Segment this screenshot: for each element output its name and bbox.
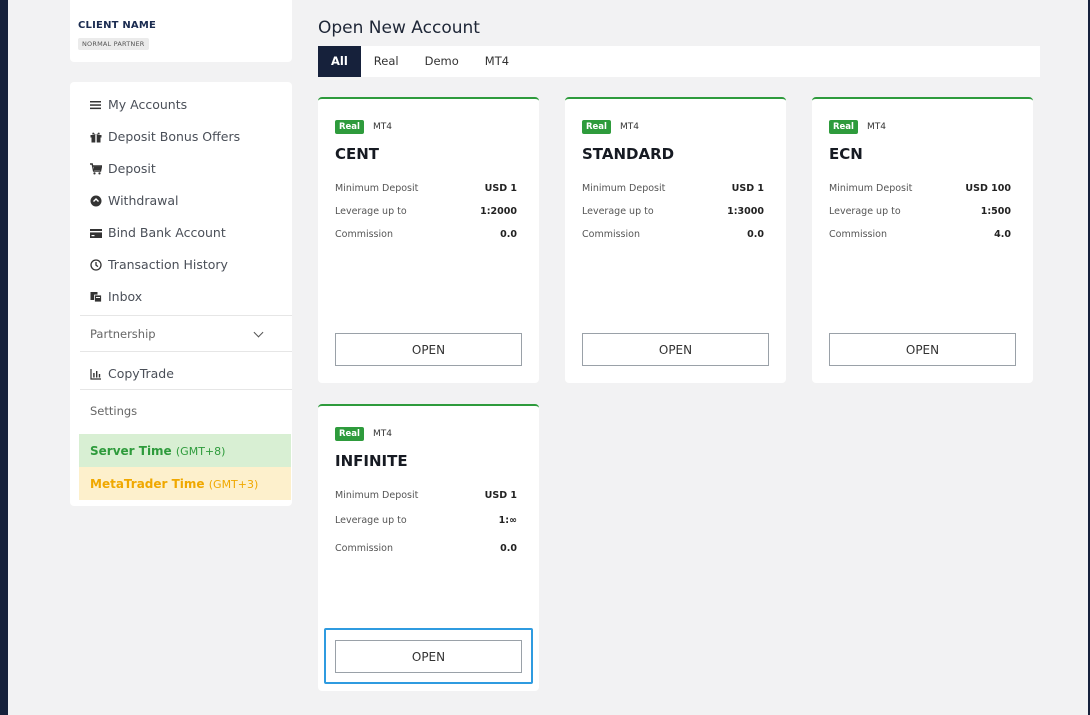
server-time-label: Server Time xyxy=(90,444,172,458)
sidebar-item-label: Partnership xyxy=(90,327,156,341)
open-infinite-button[interactable]: OPEN xyxy=(335,640,522,673)
open-cent-button[interactable]: OPEN xyxy=(335,333,522,366)
account-card-ecn: Real MT4 ECN Minimum Deposit USD 100 Leve… xyxy=(812,97,1033,383)
platform-label: MT4 xyxy=(619,122,639,132)
sidebar-item-label: Bind Bank Account xyxy=(108,225,226,240)
sidebar-item-settings[interactable]: Settings xyxy=(90,404,137,418)
min-deposit-row: Minimum Deposit USD 1 xyxy=(582,183,764,194)
tab-all[interactable]: All xyxy=(318,46,361,77)
sidebar-item-label: Withdrawal xyxy=(108,193,179,208)
account-type-name: CENT xyxy=(335,145,380,163)
real-badge: Real xyxy=(829,120,858,134)
withdrawal-icon xyxy=(90,195,102,207)
sidebar-item-label: Deposit Bonus Offers xyxy=(108,129,241,144)
commission-row: Commission 0.0 xyxy=(335,229,517,240)
open-standard-button[interactable]: OPEN xyxy=(582,333,769,366)
chevron-down-icon xyxy=(253,327,264,338)
card-icon xyxy=(90,227,102,239)
sidebar-item-label: Transaction History xyxy=(108,257,228,272)
tab-real[interactable]: Real xyxy=(361,46,412,77)
commission-row: Commission 0.0 xyxy=(582,229,764,240)
open-ecn-button[interactable]: OPEN xyxy=(829,333,1016,366)
platform-label: MT4 xyxy=(372,429,392,439)
metatrader-time-row: MetaTrader Time (GMT+3) xyxy=(79,467,291,500)
tab-demo[interactable]: Demo xyxy=(412,46,472,77)
sidebar-item-my-accounts[interactable]: My Accounts xyxy=(90,97,187,112)
client-card: CLIENT NAME NORMAL PARTNER xyxy=(70,0,292,62)
inbox-icon xyxy=(90,291,102,303)
sidebar-item-deposit[interactable]: Deposit xyxy=(90,161,156,176)
commission-row: Commission 4.0 xyxy=(829,229,1011,240)
client-name: CLIENT NAME xyxy=(78,20,157,31)
commission-row: Commission 0.0 xyxy=(335,543,517,554)
real-badge: Real xyxy=(335,120,364,134)
account-card-cent: Real MT4 CENT Minimum Deposit USD 1 Lever… xyxy=(318,97,539,383)
account-type-name: ECN xyxy=(829,145,863,163)
real-badge: Real xyxy=(582,120,611,134)
platform-label: MT4 xyxy=(866,122,886,132)
cart-icon xyxy=(90,162,103,175)
leverage-row: Leverage up to 1:∞ xyxy=(335,515,517,526)
account-type-name: INFINITE xyxy=(335,452,408,470)
min-deposit-row: Minimum Deposit USD 1 xyxy=(335,490,517,501)
account-card-standard: Real MT4 STANDARD Minimum Deposit USD 1 L… xyxy=(565,97,786,383)
sidebar-item-label: Inbox xyxy=(108,289,143,304)
divider xyxy=(80,351,292,352)
metatrader-time-label: MetaTrader Time xyxy=(90,477,205,491)
tab-mt4[interactable]: MT4 xyxy=(472,46,522,77)
divider xyxy=(80,315,292,316)
server-time-tz: (GMT+8) xyxy=(175,445,226,458)
sidebar-item-label: Deposit xyxy=(108,161,156,176)
sidebar-item-inbox[interactable]: Inbox xyxy=(90,289,142,304)
account-type-name: STANDARD xyxy=(582,145,675,163)
sidebar-item-bind-bank-account[interactable]: Bind Bank Account xyxy=(90,225,226,240)
platform-label: MT4 xyxy=(372,122,392,132)
sidebar-item-transaction-history[interactable]: Transaction History xyxy=(90,257,228,272)
sidebar-item-label: Settings xyxy=(90,404,138,418)
leverage-row: Leverage up to 1:3000 xyxy=(582,206,764,217)
account-filter-tabs: All Real Demo MT4 xyxy=(318,46,1040,77)
leverage-row: Leverage up to 1:2000 xyxy=(335,206,517,217)
gift-icon xyxy=(90,131,102,143)
sidebar-item-copytrade[interactable]: CopyTrade xyxy=(90,366,174,381)
page-title: Open New Account xyxy=(318,18,480,38)
sidebar-item-deposit-bonus-offers[interactable]: Deposit Bonus Offers xyxy=(90,129,240,144)
sidebar-item-label: CopyTrade xyxy=(108,366,174,381)
account-card-infinite: Real MT4 INFINITE Minimum Deposit USD 1 L… xyxy=(318,404,539,691)
sidebar-item-partnership[interactable]: Partnership xyxy=(90,327,280,341)
chart-icon xyxy=(90,368,102,380)
leverage-row: Leverage up to 1:500 xyxy=(829,206,1011,217)
metatrader-time-tz: (GMT+3) xyxy=(208,478,259,491)
min-deposit-row: Minimum Deposit USD 1 xyxy=(335,183,517,194)
app-window: CLIENT NAME NORMAL PARTNER My Accounts D… xyxy=(8,0,1088,715)
partner-role-badge: NORMAL PARTNER xyxy=(78,38,149,50)
divider xyxy=(80,389,292,390)
server-time-row: Server Time (GMT+8) xyxy=(79,434,291,467)
min-deposit-row: Minimum Deposit USD 100 xyxy=(829,183,1011,194)
sidebar-item-withdrawal[interactable]: Withdrawal xyxy=(90,193,178,208)
real-badge: Real xyxy=(335,427,364,441)
clock-icon xyxy=(90,258,102,271)
sidebar-menu: My Accounts Deposit Bonus Offers Deposit… xyxy=(70,82,292,506)
sidebar-item-label: My Accounts xyxy=(108,97,188,112)
list-icon xyxy=(90,99,102,111)
